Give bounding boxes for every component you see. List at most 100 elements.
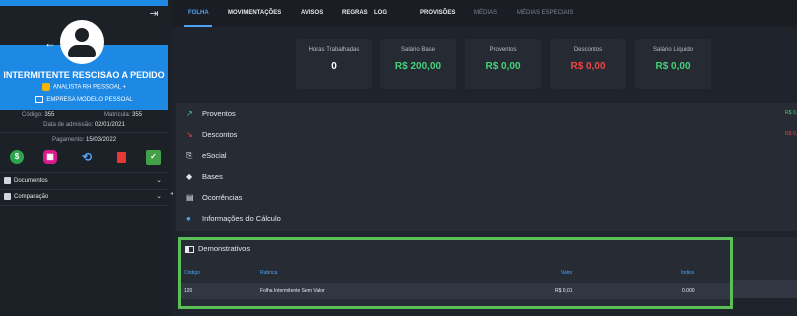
panel-informacoes[interactable]: ● Informações do Cálculo	[176, 208, 797, 229]
panel-ocorrencias[interactable]: ▤ Ocorrências	[176, 187, 797, 208]
panel-amount: R$ 0,	[785, 131, 797, 137]
tab-provisoes[interactable]: PROVISÕES	[420, 0, 455, 27]
summary-cards: Horas Trabalhadas 0 Salário Base R$ 200,…	[172, 27, 797, 97]
chevron-down-icon: ⌄	[156, 177, 162, 184]
employee-sidebar: ⇥ ← INTERMITENTE RESCISAO A PEDIDO ANALI…	[0, 0, 172, 316]
card-value: 0	[331, 61, 337, 72]
demonstrativos-header: Demonstrativos	[185, 244, 250, 253]
cell-valor: R$ 0,01	[555, 288, 573, 294]
tab-movimentacoes[interactable]: MOVIMENTAÇÕES	[228, 0, 281, 27]
menu-documentos-label: Documentos	[14, 178, 48, 184]
top-tabs: FOLHA MOVIMENTAÇÕES AVISOS REGRAS LOG PR…	[172, 0, 797, 27]
avatar-body	[68, 45, 96, 57]
column-header-indice: Índice	[681, 270, 695, 276]
documents-icon	[4, 177, 11, 184]
card-label: Salário Líquido	[652, 47, 694, 53]
card-label: Horas Trabalhadas	[308, 47, 360, 53]
employee-actions: $ ▦ ⟲ ✓	[8, 150, 164, 166]
sidebar-header-strip	[0, 0, 168, 6]
column-header-codigo: Código	[184, 270, 200, 276]
matricula-field: Matrícula: 355	[104, 112, 142, 118]
trending-down-icon: ↘	[186, 130, 193, 139]
table-icon	[185, 245, 194, 253]
restore-icon[interactable]: ⟲	[80, 150, 94, 164]
sidebar-divider	[0, 132, 168, 133]
collapse-sidebar-icon[interactable]: ⇥	[148, 8, 160, 20]
tab-regras[interactable]: REGRAS	[342, 0, 368, 27]
employee-company-text: EMPRESA MODELO PESSOAL	[46, 97, 133, 104]
pagamento-label: Pagamento:	[51, 137, 85, 143]
card-descontos: Descontos R$ 0,00	[550, 39, 626, 89]
tab-medias-especiais: MÉDIAS ESPECIAIS	[517, 10, 574, 16]
demonstrativos-title: Demonstrativos	[198, 244, 251, 253]
panel-descontos[interactable]: ↘ Descontos R$ 0,	[176, 124, 797, 145]
card-label: Descontos	[573, 47, 603, 53]
trash-icon[interactable]	[114, 150, 128, 164]
esocial-icon: ⎘	[186, 151, 193, 160]
card-proventos: Proventos R$ 0,00	[465, 39, 541, 89]
employee-company: EMPRESA MODELO PESSOAL	[0, 96, 168, 103]
pagamento-value: 15/03/2022	[86, 137, 117, 143]
role-icon	[41, 83, 50, 91]
tab-avisos[interactable]: AVISOS	[301, 0, 323, 27]
pagamento-field: Pagamento: 15/03/2022	[0, 137, 168, 143]
tab-log[interactable]: LOG	[374, 0, 387, 27]
menu-documentos[interactable]: Documentos ⌄	[0, 173, 168, 189]
chevron-down-icon: ⌄	[156, 193, 162, 200]
company-icon	[35, 96, 44, 103]
panel-label: Ocorrências	[202, 193, 243, 202]
compare-icon	[4, 193, 11, 200]
panel-bases[interactable]: ◆ Bases	[176, 166, 797, 187]
check-icon[interactable]: ✓	[146, 150, 161, 165]
cell-indice: 0.000	[682, 288, 695, 294]
codigo-value: 355	[44, 112, 55, 118]
employee-role: ANALISTA RH PESSOAL +	[0, 83, 168, 91]
back-arrow-icon[interactable]: ←	[44, 36, 56, 50]
layers-icon: ◆	[186, 172, 193, 181]
tab-medias: MÉDIAS	[474, 10, 498, 16]
card-value: R$ 0,00	[485, 61, 521, 72]
avatar-head	[75, 28, 89, 42]
card-salario-base: Salário Base R$ 200,00	[380, 39, 456, 89]
app-root: ⇥ ← INTERMITENTE RESCISAO A PEDIDO ANALI…	[0, 0, 797, 316]
card-salario-liquido: Salário Líquido R$ 0,00	[635, 39, 711, 89]
matricula-label: Matrícula:	[104, 112, 131, 118]
admissao-field: Data de admissão: 02/01/2021	[0, 122, 168, 128]
sidebar-resize-handle[interactable]: ◂	[170, 190, 174, 197]
employee-name: INTERMITENTE RESCISAO A PEDIDO	[3, 70, 165, 80]
matricula-value: 355	[132, 112, 143, 118]
codigo-field: Código: 355	[22, 112, 54, 118]
calculator-icon[interactable]: ▦	[43, 150, 57, 164]
panel-label: Informações do Cálculo	[202, 214, 281, 223]
avatar	[60, 20, 104, 64]
demonstrativos-row-extension	[733, 280, 797, 298]
panel-proventos[interactable]: ↗ Proventos R$ 0,	[176, 103, 797, 124]
trending-up-icon: ↗	[186, 109, 193, 118]
trash-icon-shape	[117, 152, 126, 163]
tab-folha[interactable]: FOLHA	[188, 0, 209, 27]
money-icon[interactable]: $	[10, 150, 24, 164]
card-label: Salário Base	[400, 47, 436, 53]
table-row[interactable]: 120 Folha Intermitente Sem Valor R$ 0,01…	[181, 283, 730, 299]
panel-esocial[interactable]: ⎘ eSocial	[176, 145, 797, 166]
clipboard-icon: ▤	[186, 193, 194, 202]
demonstrativos-section: Demonstrativos Código Rubrica Valor Índi…	[178, 237, 733, 309]
column-header-valor: Valor	[561, 270, 573, 276]
codigo-label: Código:	[22, 112, 43, 118]
demonstrativos-extension	[733, 237, 797, 280]
info-icon: ●	[186, 214, 191, 223]
card-value: R$ 200,00	[394, 61, 442, 72]
panel-label: eSocial	[202, 151, 227, 160]
sidebar-divider	[0, 205, 168, 206]
menu-comparacao-label: Comparação	[14, 194, 49, 200]
card-horas: Horas Trabalhadas 0	[296, 39, 372, 89]
panel-label: Descontos	[202, 130, 238, 139]
menu-comparacao[interactable]: Comparação ⌄	[0, 189, 168, 205]
admissao-value: 02/01/2021	[94, 122, 125, 128]
calculation-panels: ↗ Proventos R$ 0, ↘ Descontos R$ 0, ⎘ eS…	[176, 103, 797, 231]
admissao-label: Data de admissão:	[43, 122, 94, 128]
panel-amount: R$ 0,	[785, 110, 797, 116]
card-value: R$ 0,00	[655, 61, 691, 72]
cell-rubrica: Folha Intermitente Sem Valor	[260, 288, 325, 294]
employee-role-text: ANALISTA RH PESSOAL +	[52, 84, 127, 91]
